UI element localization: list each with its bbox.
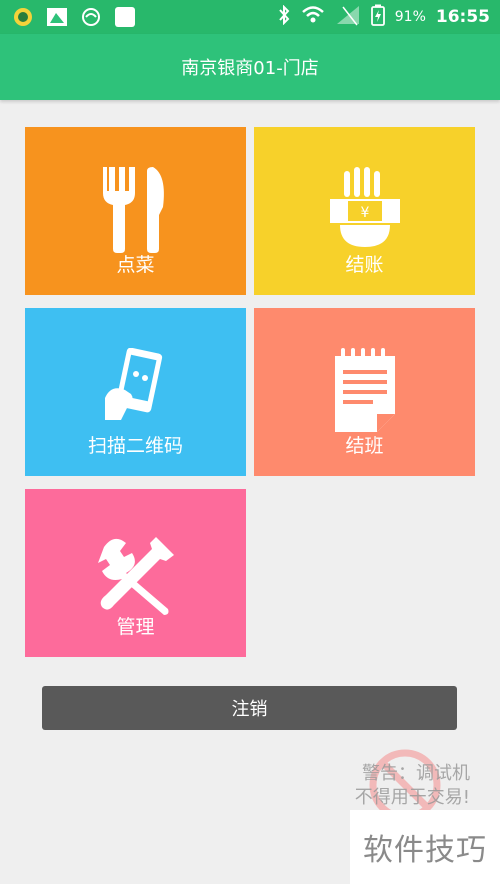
status-indicators: 91% 16:55 (277, 0, 490, 34)
logout-label: 注销 (231, 699, 268, 720)
wifi-icon (301, 5, 325, 29)
manage-label: 管理 (116, 616, 155, 638)
image-notification-icon (46, 7, 68, 27)
page-title: 南京银商01-门店 (181, 58, 319, 79)
notification-icons (12, 7, 136, 27)
scan-qr-tile[interactable]: 扫描二维码 (25, 308, 246, 476)
gauge-notification-icon (80, 7, 102, 27)
app-header: 南京银商01-门店 (0, 34, 500, 100)
blank-notification-icon (114, 7, 136, 27)
svg-text:¥: ¥ (360, 205, 369, 221)
shift-tile[interactable]: 结班 (254, 308, 475, 476)
signal-icon (335, 4, 361, 30)
order-label: 点菜 (116, 254, 155, 276)
shift-label: 结班 (345, 435, 384, 457)
checkout-tile[interactable]: ¥ 结账 (254, 127, 475, 295)
corner-watermark-text: 软件技巧 (363, 833, 487, 868)
debug-warning-line2: 不得用于交易! (354, 787, 470, 808)
battery-percent: 91% (394, 9, 426, 25)
order-tile[interactable]: 点菜 (25, 127, 246, 295)
checkout-label: 结账 (345, 254, 384, 276)
manage-tile[interactable]: 管理 (25, 489, 246, 657)
logout-button[interactable]: 注销 (42, 686, 457, 730)
debug-warning-line1: 警告：调试机 (362, 763, 470, 784)
corner-watermark: 软件技巧 (350, 810, 500, 884)
debug-warning: 警告：调试机 不得用于交易! (355, 762, 470, 810)
status-bar: 91% 16:55 (0, 0, 500, 34)
scan-qr-label: 扫描二维码 (87, 435, 183, 457)
bluetooth-icon (277, 4, 291, 29)
clock: 16:55 (435, 7, 490, 27)
battery-charging-icon (370, 4, 385, 30)
app-notification-icon (12, 7, 34, 27)
